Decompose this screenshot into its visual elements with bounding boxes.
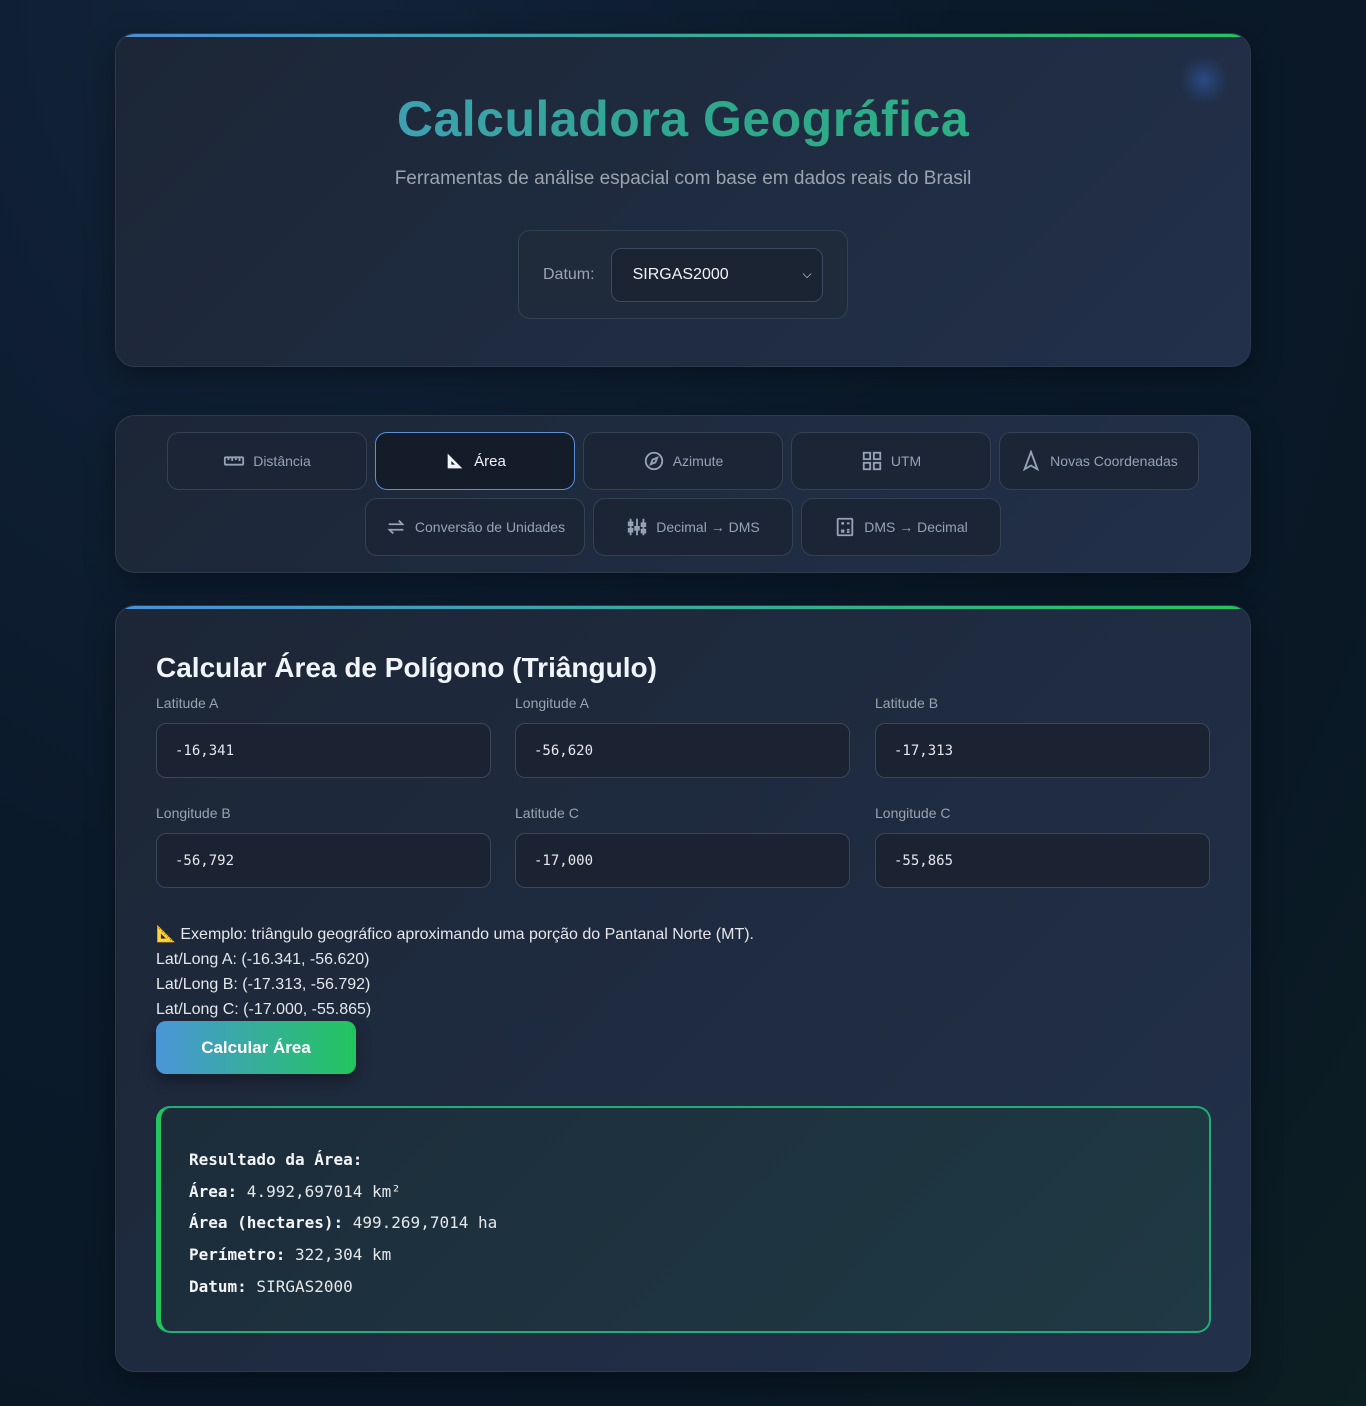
- abacus-icon: [628, 518, 647, 536]
- longitude-b-label: Longitude B: [156, 805, 231, 821]
- tab-label: Área: [474, 452, 506, 470]
- grid-icon: [862, 451, 881, 471]
- calculate-area-button[interactable]: Calcular Área: [156, 1021, 356, 1074]
- calculator-icon: [837, 517, 854, 537]
- result-row-area: Área: 4.992,697014 km²: [189, 1181, 401, 1201]
- datum-selected-value: SIRGAS2000: [632, 265, 729, 283]
- latitude-b-group: Latitude B -17,313: [875, 695, 1210, 778]
- tab-label: UTM: [890, 453, 922, 469]
- tab-label: Decimal → DMS: [656, 519, 760, 535]
- result-row-hectares: Área (hectares): 499.269,7014 ha: [189, 1213, 498, 1233]
- tab-dms-decimal[interactable]: DMS → Decimal: [801, 498, 1001, 556]
- longitude-b-input[interactable]: -56,792: [156, 833, 491, 888]
- tab-label: Azimute: [672, 453, 724, 469]
- example-line: 📐 Exemplo: triângulo geográfico aproxima…: [156, 926, 754, 943]
- tab-label: Novas Coordenadas: [1050, 453, 1178, 469]
- datum-label: Datum:: [543, 265, 595, 283]
- latitude-b-input[interactable]: -17,313: [875, 723, 1210, 778]
- longitude-c-group: Longitude C -55,865: [875, 805, 1210, 888]
- header-card: Calculadora Geográfica Ferramentas de an…: [115, 33, 1251, 367]
- chevron-down-icon: ⌵: [802, 267, 812, 281]
- page-title: Calculadora Geográfica: [116, 90, 1250, 148]
- tab-novas-coordenadas[interactable]: Novas Coordenadas: [999, 432, 1199, 490]
- tab-utm[interactable]: UTM: [791, 432, 991, 490]
- section-title: Calcular Área de Polígono (Triângulo): [156, 652, 657, 683]
- result-row-perimeter: Perímetro: 322,304 km: [189, 1245, 392, 1265]
- accent-line: [116, 606, 1250, 609]
- latitude-c-input[interactable]: -17,000: [515, 833, 850, 888]
- latitude-a-input[interactable]: -16,341: [156, 723, 491, 778]
- page-subtitle: Ferramentas de análise espacial com base…: [394, 168, 972, 189]
- ruler-icon: [224, 456, 245, 466]
- longitude-a-input[interactable]: -56,620: [515, 723, 850, 778]
- longitude-b-group: Longitude B -56,792: [156, 805, 491, 888]
- tab-azimute[interactable]: Azimute: [583, 432, 783, 490]
- longitude-a-label: Longitude A: [515, 695, 589, 711]
- accent-line: [116, 34, 1250, 37]
- tab-conversao-unidades[interactable]: Conversão de Unidades: [365, 498, 585, 556]
- tab-label: Conversão de Unidades: [414, 519, 566, 535]
- latitude-b-label: Latitude B: [875, 695, 939, 711]
- latitude-a-label: Latitude A: [156, 695, 219, 711]
- example-line: Lat/Long B: (-17.313, -56.792): [156, 976, 371, 993]
- result-panel: Resultado da Área: Área: 4.992,697014 km…: [156, 1106, 1211, 1333]
- tab-area[interactable]: Área: [375, 432, 575, 490]
- longitude-c-input[interactable]: -55,865: [875, 833, 1210, 888]
- set-square-icon: [447, 453, 463, 469]
- result-row-datum: Datum: SIRGAS2000: [189, 1276, 353, 1296]
- navigation-arrow-icon: [1023, 450, 1040, 472]
- tab-label: DMS → Decimal: [864, 519, 968, 535]
- example-line: Lat/Long C: (-17.000, -55.865): [156, 1001, 372, 1018]
- datum-selector-group: Datum: SIRGAS2000 ⌵: [518, 230, 848, 319]
- latitude-c-label: Latitude C: [515, 805, 579, 821]
- tab-label: Distância: [253, 453, 311, 469]
- theme-toggle-icon[interactable]: [1180, 56, 1228, 104]
- example-note: 📐 Exemplo: triângulo geográfico aproxima…: [156, 922, 754, 1022]
- latitude-a-group: Latitude A -16,341: [156, 695, 491, 778]
- datum-select[interactable]: SIRGAS2000 ⌵: [610, 247, 823, 302]
- area-calculator-card: Calcular Área de Polígono (Triângulo) La…: [115, 605, 1251, 1372]
- tab-decimal-dms[interactable]: Decimal → DMS: [593, 498, 793, 556]
- tabs-card: Distância Área Azimute UTM Novas Coorden…: [115, 415, 1251, 573]
- tab-distancia[interactable]: Distância: [167, 432, 367, 490]
- result-heading: Resultado da Área:: [189, 1150, 363, 1169]
- example-line: Lat/Long A: (-16.341, -56.620): [156, 951, 370, 968]
- longitude-a-group: Longitude A -56,620: [515, 695, 850, 778]
- longitude-c-label: Longitude C: [875, 805, 951, 821]
- compass-icon: [644, 451, 663, 471]
- swap-arrows-icon: [387, 519, 405, 535]
- latitude-c-group: Latitude C -17,000: [515, 805, 850, 888]
